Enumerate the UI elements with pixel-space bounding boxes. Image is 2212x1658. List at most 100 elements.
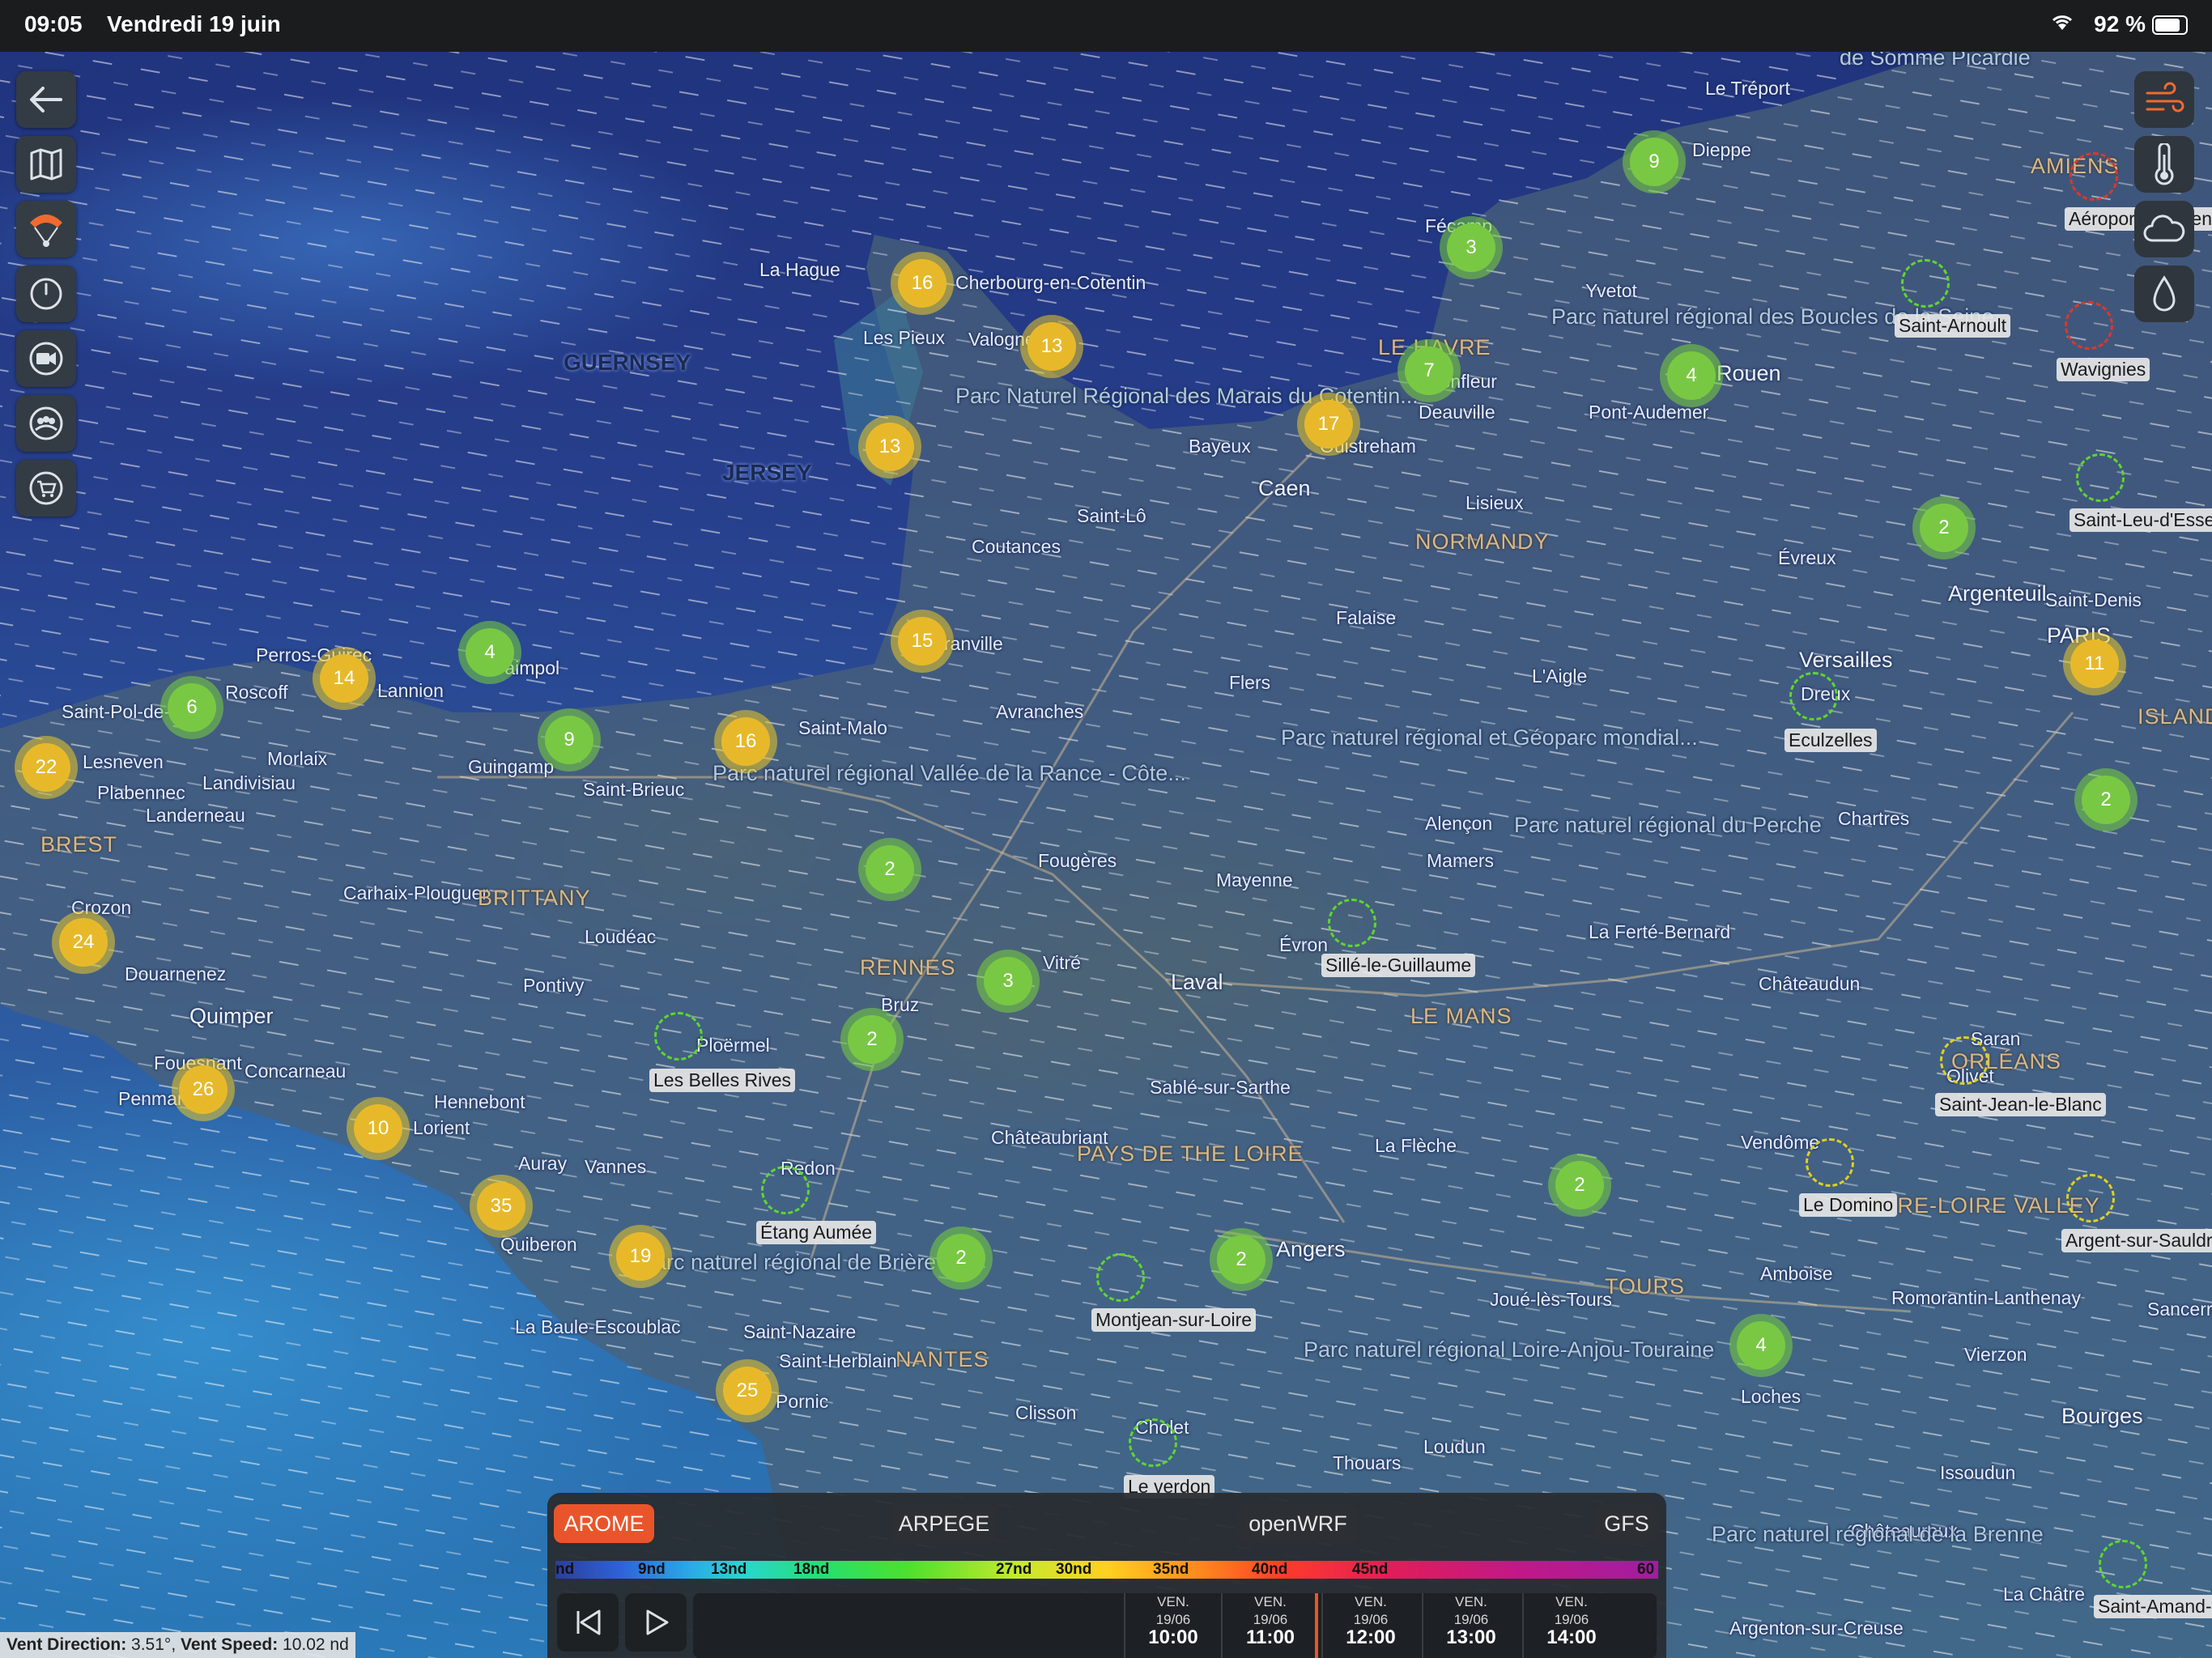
model-arpege-button[interactable]: ARPEGE: [891, 1504, 998, 1543]
station-cluster[interactable]: 2: [1548, 1154, 1611, 1217]
place-label: La Hague: [759, 259, 840, 280]
place-label: Bourges: [2061, 1404, 2143, 1428]
station-cluster[interactable]: 2: [1210, 1228, 1273, 1291]
paraglider-icon: [30, 215, 62, 247]
station-cluster[interactable]: 16: [891, 252, 954, 315]
station-label[interactable]: Saint-Jean-le-Blanc: [1935, 1093, 2106, 1116]
station-cluster[interactable]: 17: [1297, 393, 1360, 456]
station-cluster[interactable]: 9: [1623, 130, 1686, 193]
model-openwrf-button[interactable]: openWRF: [1237, 1504, 1359, 1543]
legend-label: 18nd: [793, 1561, 830, 1578]
station-label[interactable]: Étang Aumée: [756, 1221, 877, 1244]
gauge-button[interactable]: [16, 266, 76, 322]
station-label[interactable]: Sillé-le-Guillaume: [1321, 954, 1476, 977]
station-label[interactable]: Wavignies: [2057, 358, 2150, 381]
place-label: Vitré: [1043, 952, 1081, 973]
station-label[interactable]: Saint-Leu-d'Esserent: [2069, 508, 2212, 532]
timeline-slot[interactable]: VEN. 19/06 12:00: [1321, 1593, 1419, 1658]
station-cluster[interactable]: 2: [1912, 496, 1976, 559]
forecast-timeline[interactable]: VEN. 19/06 10:00 VEN. 19/06 11:00 VEN. 1…: [693, 1593, 1657, 1658]
place-label: Vierzon: [1964, 1344, 2027, 1365]
station-cluster[interactable]: 25: [716, 1359, 779, 1422]
station-cluster[interactable]: 2: [858, 838, 921, 901]
place-label: Cherbourg-en-Cotentin: [955, 272, 1146, 293]
shop-button[interactable]: [16, 460, 76, 517]
station-label[interactable]: Saint-Amand-Montrond: [2094, 1595, 2212, 1618]
station-marker[interactable]: [1940, 1036, 1989, 1085]
station-cluster[interactable]: 26: [172, 1058, 235, 1121]
cluster-count: 2: [1217, 1235, 1266, 1284]
station-marker[interactable]: [1806, 1138, 1854, 1187]
timeline-cursor[interactable]: [1315, 1593, 1318, 1658]
model-arome-button[interactable]: AROME: [554, 1504, 654, 1543]
timeline-slot[interactable]: VEN. 19/06 14:00: [1522, 1593, 1619, 1658]
station-cluster[interactable]: 4: [1729, 1314, 1793, 1377]
slot-hour: 10:00: [1148, 1626, 1198, 1648]
station-marker[interactable]: [1096, 1253, 1145, 1302]
place-label: Roscoff: [225, 682, 288, 703]
station-cluster[interactable]: 14: [313, 647, 376, 710]
station-marker[interactable]: [1901, 259, 1950, 308]
station-cluster[interactable]: 19: [609, 1225, 672, 1288]
slot-hour: 12:00: [1346, 1626, 1396, 1648]
community-button[interactable]: [16, 395, 76, 452]
wind-map[interactable]: GUERNSEY JERSEY La Hague Cherbourg-en-Co…: [0, 0, 2212, 1658]
station-label[interactable]: Montjean-sur-Loire: [1091, 1308, 1257, 1332]
station-cluster[interactable]: 11: [2063, 632, 2126, 695]
station-cluster[interactable]: 10: [347, 1097, 410, 1160]
back-button[interactable]: [16, 71, 76, 128]
station-cluster[interactable]: 3: [976, 950, 1040, 1013]
station-marker[interactable]: [654, 1012, 703, 1061]
station-label[interactable]: Eculzelles: [1784, 729, 1877, 752]
station-cluster[interactable]: 13: [1020, 315, 1083, 378]
station-label[interactable]: Les Belles Rives: [649, 1069, 796, 1092]
station-marker[interactable]: [2066, 1174, 2115, 1222]
station-marker[interactable]: [2099, 1540, 2147, 1588]
station-cluster[interactable]: 24: [52, 911, 115, 974]
station-marker[interactable]: [2065, 301, 2113, 350]
slot-hour: 14:00: [1546, 1626, 1597, 1648]
station-cluster[interactable]: 7: [1397, 339, 1461, 402]
station-cluster[interactable]: 2: [840, 1008, 904, 1071]
timeline-slot[interactable]: VEN. 19/06 11:00: [1221, 1593, 1318, 1658]
station-cluster[interactable]: 35: [470, 1175, 533, 1238]
play-button[interactable]: [625, 1593, 687, 1652]
timeline-slot[interactable]: VEN. 19/06 10:00: [1124, 1593, 1221, 1658]
station-cluster[interactable]: 22: [15, 736, 78, 799]
place-label: Amboise: [1760, 1263, 1833, 1284]
cluster-count: 35: [477, 1182, 525, 1231]
station-cluster[interactable]: 6: [160, 676, 223, 739]
webcam-button[interactable]: [16, 330, 76, 387]
station-cluster[interactable]: 3: [1440, 216, 1503, 279]
station-label[interactable]: Argent-sur-Sauldre: [2061, 1229, 2212, 1252]
station-cluster[interactable]: 9: [538, 708, 601, 772]
place-label: Saint-Malo: [798, 717, 887, 738]
station-cluster[interactable]: 15: [891, 610, 954, 673]
map-layers-button[interactable]: [16, 136, 76, 193]
temperature-layer-button[interactable]: [2134, 136, 2194, 193]
previous-step-button[interactable]: [557, 1593, 619, 1652]
place-label: Concarneau: [245, 1061, 347, 1082]
station-cluster[interactable]: 13: [858, 415, 921, 478]
station-cluster[interactable]: 16: [714, 710, 777, 773]
station-label[interactable]: Saint-Arnoult: [1895, 314, 2010, 338]
paraglider-button[interactable]: [16, 201, 76, 257]
station-marker[interactable]: [761, 1166, 810, 1214]
station-marker[interactable]: [2076, 453, 2125, 502]
station-marker[interactable]: [1129, 1418, 1177, 1467]
cloud-layer-button[interactable]: [2134, 201, 2194, 257]
model-gfs-button[interactable]: GFS: [1593, 1504, 1660, 1543]
legend-label: 40nd: [1252, 1561, 1288, 1578]
station-marker[interactable]: [2069, 152, 2118, 201]
station-label[interactable]: Le Domino: [1799, 1193, 1898, 1217]
rain-layer-button[interactable]: [2134, 266, 2194, 322]
station-cluster[interactable]: 2: [2074, 768, 2138, 831]
timeline-slot[interactable]: VEN. 19/06 13:00: [1422, 1593, 1519, 1658]
station-marker[interactable]: [1328, 899, 1376, 947]
station-cluster[interactable]: 4: [1660, 344, 1723, 407]
wind-layer-button[interactable]: [2134, 71, 2194, 128]
station-cluster[interactable]: 2: [929, 1226, 993, 1290]
station-marker[interactable]: [1789, 672, 1838, 721]
station-cluster[interactable]: 4: [458, 621, 521, 684]
cluster-count: 25: [723, 1367, 772, 1415]
